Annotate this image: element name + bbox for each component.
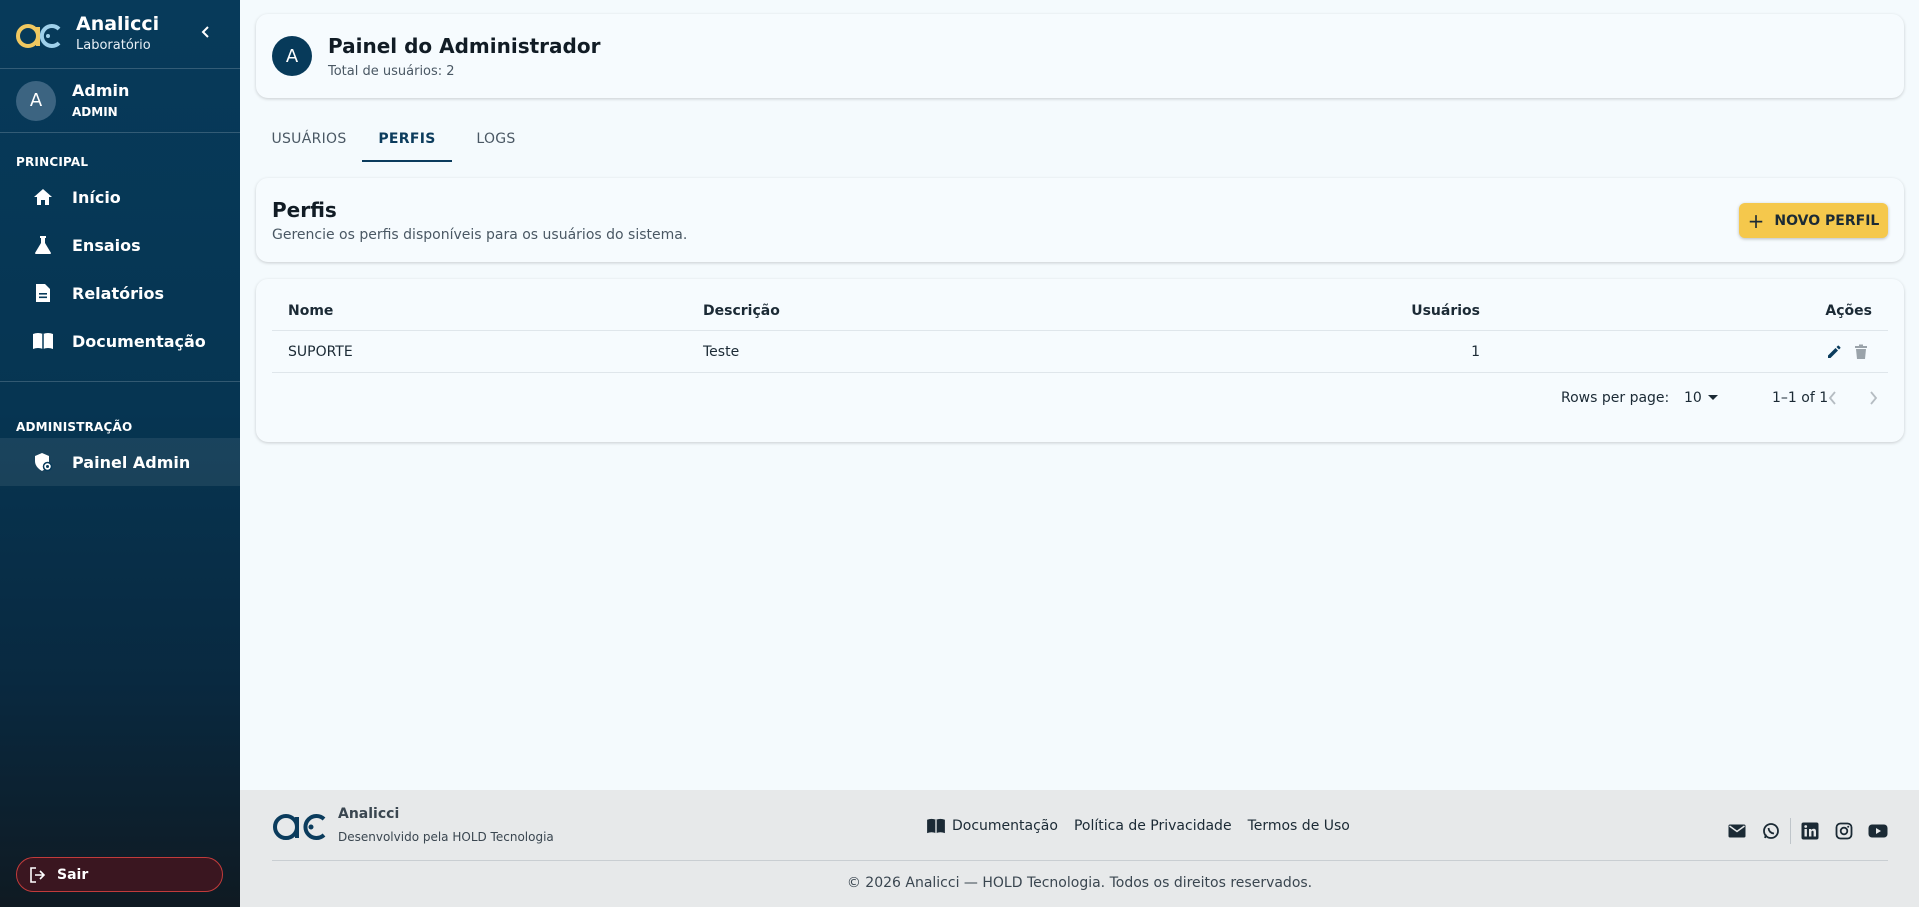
new-profile-label: NOVO PERFIL xyxy=(1774,212,1880,229)
footer-logo-icon xyxy=(272,810,328,848)
sidebar-item-relatorios[interactable]: Relatórios xyxy=(0,269,240,317)
table-row: SUPORTE Teste 1 xyxy=(272,331,1888,373)
column-header-usuarios[interactable]: Usuários xyxy=(1411,303,1480,319)
page-title: Painel do Administrador xyxy=(328,34,601,58)
footer-link-termos[interactable]: Termos de Uso xyxy=(1248,818,1350,834)
book-icon xyxy=(926,818,946,834)
logout-icon xyxy=(30,866,46,883)
caret-down-icon xyxy=(1707,395,1718,400)
plus-icon: + xyxy=(1747,208,1765,233)
footer-links: Documentação Política de Privacidade Ter… xyxy=(926,818,1366,834)
sidebar: Analicci Laboratório A Admin ADMIN PRINC… xyxy=(0,0,240,907)
sidebar-item-documentacao[interactable]: Documentação xyxy=(0,317,240,365)
section-subtitle: Gerencie os perfis disponíveis para os u… xyxy=(272,227,688,243)
chevron-left-icon xyxy=(201,26,209,38)
user-name: Admin xyxy=(72,81,130,100)
column-header-acoes: Ações xyxy=(1825,302,1872,319)
total-users-count: Total de usuários: 2 xyxy=(328,64,455,79)
tab-perfis[interactable]: PERFIS xyxy=(362,116,452,162)
table-header: Nome Descrição Usuários Ações xyxy=(272,291,1888,331)
sidebar-item-inicio[interactable]: Início xyxy=(0,173,240,221)
edit-icon[interactable] xyxy=(1826,344,1842,360)
footer-divider xyxy=(272,860,1888,861)
tab-usuarios[interactable]: USUÁRIOS xyxy=(256,116,362,162)
footer-link-label: Documentação xyxy=(952,818,1058,834)
footer: Analicci Desenvolvido pela HOLD Tecnolog… xyxy=(240,790,1919,907)
sidebar-item-label: Ensaios xyxy=(72,235,141,255)
sidebar-item-ensaios[interactable]: Ensaios xyxy=(0,221,240,269)
table-pagination: Rows per page: 10 1–1 of 1 xyxy=(272,377,1888,421)
footer-copyright: © 2026 Analicci — HOLD Tecnologia. Todos… xyxy=(846,875,1313,891)
column-header-nome[interactable]: Nome xyxy=(288,303,333,319)
profiles-section-card: Perfis Gerencie os perfis disponíveis pa… xyxy=(256,178,1904,262)
section-title: Perfis xyxy=(272,198,337,222)
admin-tabs: USUÁRIOS PERFIS LOGS xyxy=(256,116,540,162)
youtube-icon[interactable] xyxy=(1861,824,1895,838)
section-label-administracao: ADMINISTRAÇÃO xyxy=(16,420,133,434)
brand-name: Analicci xyxy=(76,13,160,35)
section-label-principal: PRINCIPAL xyxy=(16,155,89,169)
next-page-icon[interactable] xyxy=(1867,389,1879,407)
cell-description: Teste xyxy=(703,343,740,360)
avatar: A xyxy=(272,36,312,76)
sidebar-item-label: Relatórios xyxy=(72,283,164,303)
delete-icon[interactable] xyxy=(1854,344,1868,360)
rows-per-page-value: 10 xyxy=(1684,390,1702,406)
footer-link-privacidade[interactable]: Política de Privacidade xyxy=(1074,818,1232,834)
brand-subtitle: Laboratório xyxy=(76,38,151,53)
document-icon xyxy=(32,282,54,304)
column-header-descricao[interactable]: Descrição xyxy=(703,303,780,319)
rows-per-page-label: Rows per page: xyxy=(1561,390,1670,406)
sidebar-item-label: Início xyxy=(72,187,121,207)
sidebar-item-painel-admin[interactable]: Painel Admin xyxy=(0,438,240,486)
previous-page-icon[interactable] xyxy=(1827,389,1839,407)
sidebar-user: A Admin ADMIN xyxy=(0,69,240,132)
linkedin-icon[interactable] xyxy=(1793,822,1827,840)
footer-social xyxy=(1720,818,1895,844)
profiles-table: Nome Descrição Usuários Ações SUPORTE Te… xyxy=(256,279,1904,442)
instagram-icon[interactable] xyxy=(1827,822,1861,840)
mail-icon[interactable] xyxy=(1720,824,1754,838)
analicci-logo-icon xyxy=(15,17,63,51)
main-content: A Painel do Administrador Total de usuár… xyxy=(240,0,1919,907)
logout-label: Sair xyxy=(57,866,89,883)
rows-per-page-select[interactable]: 10 xyxy=(1684,390,1718,406)
tab-logs[interactable]: LOGS xyxy=(452,116,540,162)
pagination-range: 1–1 of 1 xyxy=(1772,390,1829,406)
new-profile-button[interactable]: + NOVO PERFIL xyxy=(1739,203,1888,238)
sidebar-brand: Analicci Laboratório xyxy=(0,0,240,68)
sidebar-item-label: Painel Admin xyxy=(72,452,191,472)
book-icon xyxy=(32,330,54,352)
flask-icon xyxy=(32,234,54,256)
cell-users: 1 xyxy=(1471,343,1480,360)
footer-brand-name: Analicci xyxy=(338,806,400,822)
admin-header-card: A Painel do Administrador Total de usuár… xyxy=(256,14,1904,98)
whatsapp-icon[interactable] xyxy=(1754,822,1788,840)
admin-shield-icon xyxy=(32,451,54,473)
logout-button[interactable]: Sair xyxy=(16,857,223,892)
sidebar-item-label: Documentação xyxy=(72,331,206,351)
collapse-sidebar-button[interactable] xyxy=(196,20,216,44)
home-icon xyxy=(32,186,54,208)
footer-link-documentacao[interactable]: Documentação xyxy=(926,818,1058,834)
footer-developed-by: Desenvolvido pela HOLD Tecnologia xyxy=(338,830,554,844)
user-role: ADMIN xyxy=(72,105,118,119)
cell-name: SUPORTE xyxy=(288,343,353,360)
social-separator xyxy=(1790,818,1791,844)
avatar: A xyxy=(16,80,56,121)
